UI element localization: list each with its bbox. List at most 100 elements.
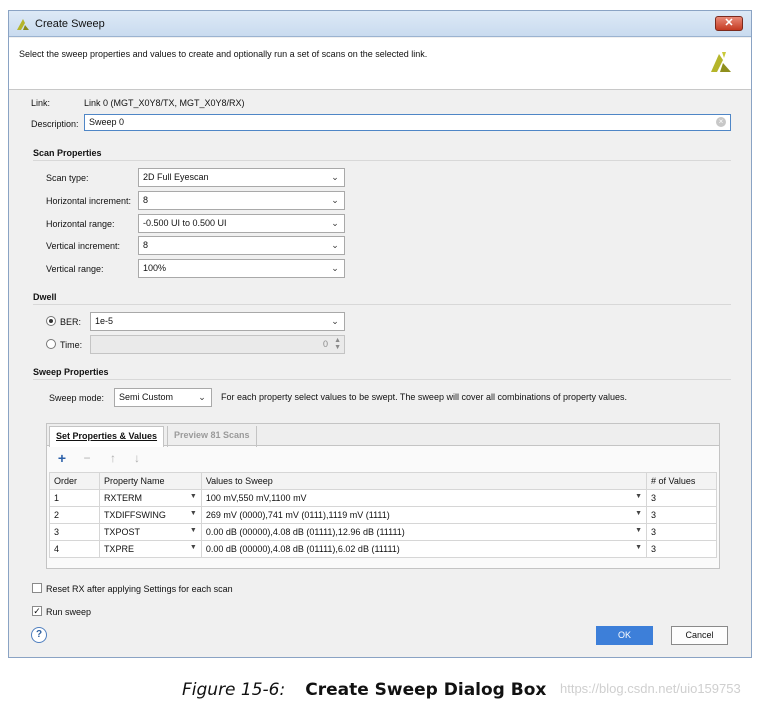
chevron-down-icon[interactable]: ▼ bbox=[190, 493, 197, 500]
move-up-icon[interactable]: ↑ bbox=[106, 451, 120, 465]
link-label: Link: bbox=[31, 98, 51, 108]
table-row[interactable]: 4 TXPRE ▼ 0.00 dB (00000),4.08 dB (01111)… bbox=[49, 540, 717, 558]
tab-label: Preview 81 Scans bbox=[174, 430, 250, 440]
ber-label: BER: bbox=[60, 317, 82, 327]
tab-set-properties-values[interactable]: Set Properties & Values bbox=[49, 426, 165, 447]
values-cell[interactable]: 0.00 dB (00000),4.08 dB (01111),12.96 dB… bbox=[200, 523, 648, 541]
property-cell[interactable]: TXDIFFSWING ▼ bbox=[98, 506, 202, 524]
close-icon: ✕ bbox=[724, 17, 734, 29]
horizontal-range-select[interactable]: -0.500 UI to 0.500 UI ⌄ bbox=[138, 214, 345, 233]
horizontal-increment-label: Horizontal increment: bbox=[46, 196, 132, 206]
time-radio[interactable] bbox=[46, 339, 56, 349]
banner-text: Select the sweep properties and values t… bbox=[19, 49, 428, 59]
run-sweep-label: Run sweep bbox=[46, 607, 92, 617]
watermark: https://blog.csdn.net/uio159753 bbox=[560, 681, 741, 696]
chevron-down-icon: ⌄ bbox=[331, 172, 339, 182]
time-label: Time: bbox=[60, 340, 83, 350]
vertical-increment-select[interactable]: 8 ⌄ bbox=[138, 236, 345, 255]
separator bbox=[33, 160, 731, 161]
separator bbox=[33, 304, 731, 305]
sweep-tabs-panel: Set Properties & Values Preview 81 Scans… bbox=[46, 423, 720, 569]
chevron-down-icon[interactable]: ▼ bbox=[190, 544, 197, 551]
create-sweep-dialog: Create Sweep ✕ Select the sweep properti… bbox=[8, 10, 752, 658]
checkmark-icon: ✓ bbox=[33, 606, 41, 616]
close-button[interactable]: ✕ bbox=[715, 16, 743, 31]
chevron-down-icon[interactable]: ▼ bbox=[635, 493, 642, 500]
help-icon[interactable]: ? bbox=[31, 627, 47, 643]
property-cell[interactable]: RXTERM ▼ bbox=[98, 489, 202, 507]
column-header-property-name[interactable]: Property Name bbox=[98, 472, 202, 490]
clear-icon[interactable]: × bbox=[716, 117, 726, 127]
values-cell[interactable]: 100 mV,550 mV,1100 mV ▼ bbox=[200, 489, 648, 507]
chevron-down-icon: ⌄ bbox=[331, 240, 339, 250]
separator bbox=[33, 379, 731, 380]
column-header-order[interactable]: Order bbox=[49, 472, 100, 490]
order-cell: 2 bbox=[49, 506, 100, 524]
caption-title: Create Sweep Dialog Box bbox=[305, 680, 547, 700]
order-cell: 4 bbox=[49, 540, 100, 558]
count-cell: 3 bbox=[646, 506, 717, 524]
scan-properties-title: Scan Properties bbox=[33, 148, 102, 158]
tab-preview-scans[interactable]: Preview 81 Scans bbox=[167, 426, 257, 447]
table-row[interactable]: 3 TXPOST ▼ 0.00 dB (00000),4.08 dB (01111… bbox=[49, 523, 717, 541]
chevron-down-icon[interactable]: ▼ bbox=[190, 510, 197, 517]
vertical-range-label: Vertical range: bbox=[46, 264, 104, 274]
order-cell: 3 bbox=[49, 523, 100, 541]
figure-caption: Figure 15-6: Create Sweep Dialog Box bbox=[182, 678, 546, 701]
description-label: Description: bbox=[31, 119, 79, 129]
ok-button[interactable]: OK bbox=[596, 626, 653, 645]
remove-icon[interactable]: − bbox=[80, 451, 94, 465]
chevron-down-icon: ⌄ bbox=[198, 392, 206, 402]
scan-type-value: 2D Full Eyescan bbox=[143, 172, 209, 182]
chevron-down-icon: ⌄ bbox=[331, 195, 339, 205]
scan-type-select[interactable]: 2D Full Eyescan ⌄ bbox=[138, 168, 345, 187]
description-input[interactable]: Sweep 0 × bbox=[84, 114, 731, 131]
values-value: 100 mV,550 mV,1100 mV bbox=[205, 493, 307, 503]
table-row[interactable]: 1 RXTERM ▼ 100 mV,550 mV,1100 mV ▼ 3 bbox=[49, 489, 717, 507]
sweep-properties-title: Sweep Properties bbox=[33, 367, 109, 377]
time-spinner[interactable]: 0 ▲ ▼ bbox=[90, 335, 345, 354]
chevron-down-icon[interactable]: ▼ bbox=[635, 544, 642, 551]
reset-rx-checkbox[interactable] bbox=[32, 583, 42, 593]
sweep-mode-select[interactable]: Semi Custom ⌄ bbox=[114, 388, 212, 407]
chevron-down-icon[interactable]: ▼ bbox=[635, 510, 642, 517]
values-value: 0.00 dB (00000),4.08 dB (01111),12.96 dB… bbox=[205, 527, 405, 537]
vertical-increment-value: 8 bbox=[143, 240, 149, 250]
count-cell: 3 bbox=[646, 489, 717, 507]
ber-radio[interactable] bbox=[46, 316, 56, 326]
spinner-icon[interactable]: ▲ ▼ bbox=[334, 337, 341, 351]
property-value: TXPRE bbox=[103, 544, 134, 554]
horizontal-increment-value: 8 bbox=[143, 195, 149, 205]
column-header-values-to-sweep[interactable]: Values to Sweep bbox=[200, 472, 648, 490]
ber-select[interactable]: 1e-5 ⌄ bbox=[90, 312, 345, 331]
add-icon[interactable]: + bbox=[55, 451, 69, 465]
chevron-down-icon: ⌄ bbox=[331, 263, 339, 273]
horizontal-range-label: Horizontal range: bbox=[46, 219, 115, 229]
title-bar: Create Sweep ✕ bbox=[9, 11, 751, 37]
column-header-num-values[interactable]: # of Values bbox=[646, 472, 717, 490]
sweep-mode-label: Sweep mode: bbox=[49, 393, 105, 403]
count-cell: 3 bbox=[646, 540, 717, 558]
move-down-icon[interactable]: ↓ bbox=[130, 451, 144, 465]
property-cell[interactable]: TXPRE ▼ bbox=[98, 540, 202, 558]
vertical-range-select[interactable]: 100% ⌄ bbox=[138, 259, 345, 278]
chevron-down-icon[interactable]: ▼ bbox=[190, 527, 197, 534]
run-sweep-checkbox[interactable]: ✓ bbox=[32, 606, 42, 616]
property-value: TXPOST bbox=[103, 527, 140, 537]
description-value: Sweep 0 bbox=[89, 117, 125, 127]
property-value: TXDIFFSWING bbox=[103, 510, 166, 520]
chevron-down-icon: ⌄ bbox=[331, 316, 339, 326]
horizontal-increment-select[interactable]: 8 ⌄ bbox=[138, 191, 345, 210]
chevron-down-icon[interactable]: ▼ bbox=[635, 527, 642, 534]
values-cell[interactable]: 0.00 dB (00000),4.08 dB (01111),6.02 dB … bbox=[200, 540, 648, 558]
sweep-mode-hint: For each property select values to be sw… bbox=[221, 392, 628, 402]
count-cell: 3 bbox=[646, 523, 717, 541]
cancel-button[interactable]: Cancel bbox=[671, 626, 728, 645]
order-cell: 1 bbox=[49, 489, 100, 507]
values-cell[interactable]: 269 mV (0000),741 mV (0111),1119 mV (111… bbox=[200, 506, 648, 524]
property-cell[interactable]: TXPOST ▼ bbox=[98, 523, 202, 541]
app-logo-icon bbox=[17, 19, 29, 30]
caption-figure-number: Figure 15-6: bbox=[182, 680, 286, 700]
reset-rx-label: Reset RX after applying Settings for eac… bbox=[46, 584, 233, 594]
table-row[interactable]: 2 TXDIFFSWING ▼ 269 mV (0000),741 mV (011… bbox=[49, 506, 717, 524]
